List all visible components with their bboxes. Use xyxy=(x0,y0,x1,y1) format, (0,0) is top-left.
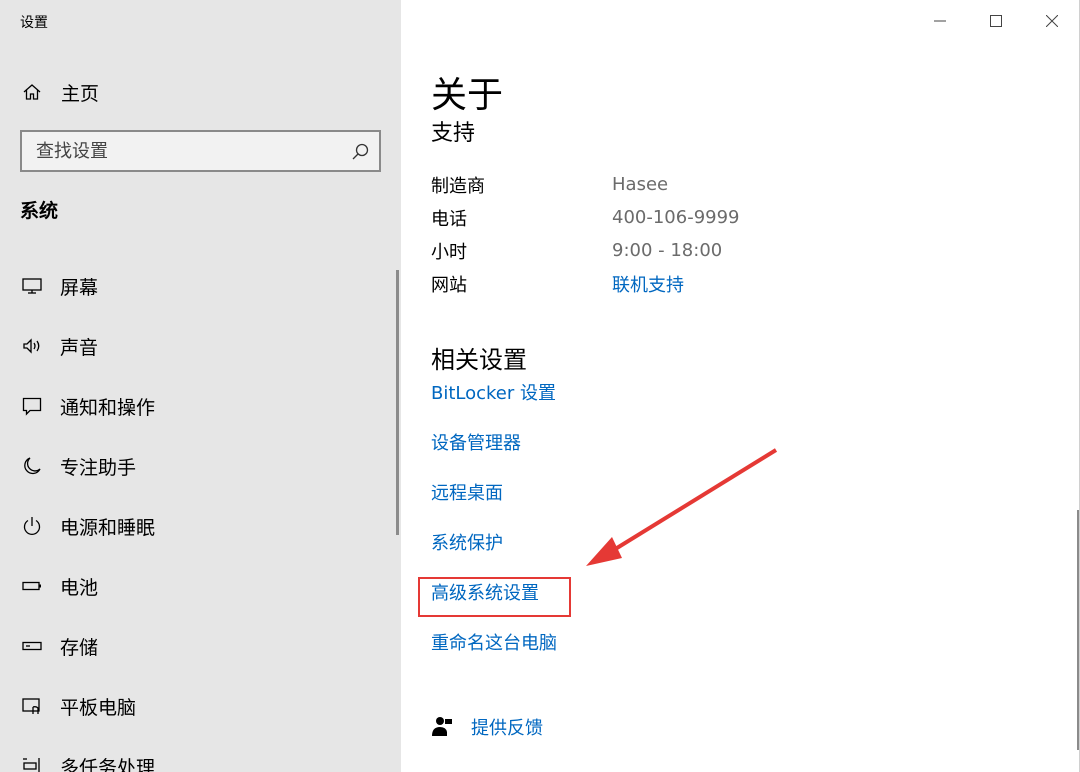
search-box[interactable] xyxy=(20,130,381,172)
search-icon[interactable] xyxy=(349,141,371,163)
moon-icon xyxy=(20,454,44,478)
info-key: 小时 xyxy=(431,241,467,263)
section-title-system: 系统 xyxy=(20,200,59,222)
feedback-link[interactable]: 提供反馈 xyxy=(431,714,543,740)
sidebar-item-notifications[interactable]: 通知和操作 xyxy=(0,376,395,436)
notification-icon xyxy=(20,394,44,418)
feedback-icon xyxy=(431,715,453,739)
app-title: 设置 xyxy=(20,15,48,31)
remote-desktop-link[interactable]: 远程桌面 xyxy=(431,478,557,528)
related-settings-links: BitLocker 设置 设备管理器 远程桌面 系统保护 高级系统设置 重命名这… xyxy=(418,378,571,678)
monitor-icon xyxy=(20,274,44,298)
info-row-hours: 小时 9:00 - 18:00 xyxy=(431,234,740,267)
info-value: 9:00 - 18:00 xyxy=(612,240,723,261)
sidebar-item-battery[interactable]: 电池 xyxy=(0,556,395,616)
feedback-label[interactable]: 提供反馈 xyxy=(471,714,543,740)
tablet-icon xyxy=(20,694,44,718)
sidebar-home-label: 主页 xyxy=(61,82,100,105)
maximize-button[interactable] xyxy=(968,0,1024,42)
main-content: 关于 支持 制造商 Hasee 电话 400-106-9999 小时 9:00 … xyxy=(401,0,1080,772)
storage-icon xyxy=(20,634,44,658)
sidebar-item-tablet[interactable]: 平板电脑 xyxy=(0,676,395,736)
info-row-website: 网站 联机支持 xyxy=(431,267,740,300)
sidebar-item-multitasking[interactable]: 多任务处理 xyxy=(0,736,395,772)
sidebar-item-power-sleep[interactable]: 电源和睡眠 xyxy=(0,496,395,556)
minimize-icon xyxy=(934,20,946,22)
multitask-icon xyxy=(20,754,44,772)
sidebar-item-label: 专注助手 xyxy=(60,456,137,479)
minimize-button[interactable] xyxy=(912,0,968,42)
info-row-manufacturer: 制造商 Hasee xyxy=(431,168,740,201)
maximize-icon xyxy=(990,15,1002,27)
sidebar-item-label: 平板电脑 xyxy=(60,696,137,719)
sidebar-item-label: 声音 xyxy=(60,336,99,359)
sidebar-home[interactable]: 主页 xyxy=(20,78,99,106)
sidebar-item-label: 电池 xyxy=(60,576,99,599)
close-button[interactable] xyxy=(1024,0,1080,42)
support-info: 制造商 Hasee 电话 400-106-9999 小时 9:00 - 18:0… xyxy=(431,168,740,300)
rename-pc-link[interactable]: 重命名这台电脑 xyxy=(431,628,557,678)
sidebar-item-label: 通知和操作 xyxy=(60,396,156,419)
info-key: 制造商 xyxy=(431,175,485,197)
battery-icon xyxy=(20,574,44,598)
close-icon xyxy=(1046,15,1058,27)
info-key: 电话 xyxy=(431,208,467,230)
bitlocker-settings-link[interactable]: BitLocker 设置 xyxy=(431,378,557,428)
search-input[interactable] xyxy=(36,140,336,162)
related-settings-title: 相关设置 xyxy=(431,346,527,374)
sidebar-item-label: 多任务处理 xyxy=(60,756,156,772)
sidebar: 设置 主页 系统 屏幕 声音 通知和操作 xyxy=(0,0,401,772)
device-manager-link[interactable]: 设备管理器 xyxy=(431,428,557,478)
sidebar-item-label: 存储 xyxy=(60,636,99,659)
sidebar-scrollbar[interactable] xyxy=(396,270,399,535)
sidebar-item-label: 屏幕 xyxy=(60,276,99,299)
window-controls xyxy=(912,0,1080,42)
online-support-link[interactable]: 联机支持 xyxy=(612,271,684,297)
info-value: Hasee xyxy=(612,174,669,195)
sidebar-item-label: 电源和睡眠 xyxy=(60,516,156,539)
support-title: 支持 xyxy=(431,121,476,146)
sidebar-nav: 屏幕 声音 通知和操作 专注助手 电源和睡眠 电池 存储 平板电脑 多任务处理 xyxy=(0,256,395,772)
sidebar-item-focus-assist[interactable]: 专注助手 xyxy=(0,436,395,496)
system-protection-link[interactable]: 系统保护 xyxy=(431,528,557,578)
info-row-phone: 电话 400-106-9999 xyxy=(431,201,740,234)
page-title: 关于 xyxy=(431,75,504,116)
home-icon xyxy=(20,80,44,104)
info-key: 网站 xyxy=(431,274,467,296)
speaker-icon xyxy=(20,334,44,358)
info-value: 400-106-9999 xyxy=(612,207,740,228)
power-icon xyxy=(20,514,44,538)
advanced-system-settings-link[interactable]: 高级系统设置 xyxy=(418,577,571,628)
sidebar-item-display[interactable]: 屏幕 xyxy=(0,256,395,316)
sidebar-item-sound[interactable]: 声音 xyxy=(0,316,395,376)
sidebar-item-storage[interactable]: 存储 xyxy=(0,616,395,676)
